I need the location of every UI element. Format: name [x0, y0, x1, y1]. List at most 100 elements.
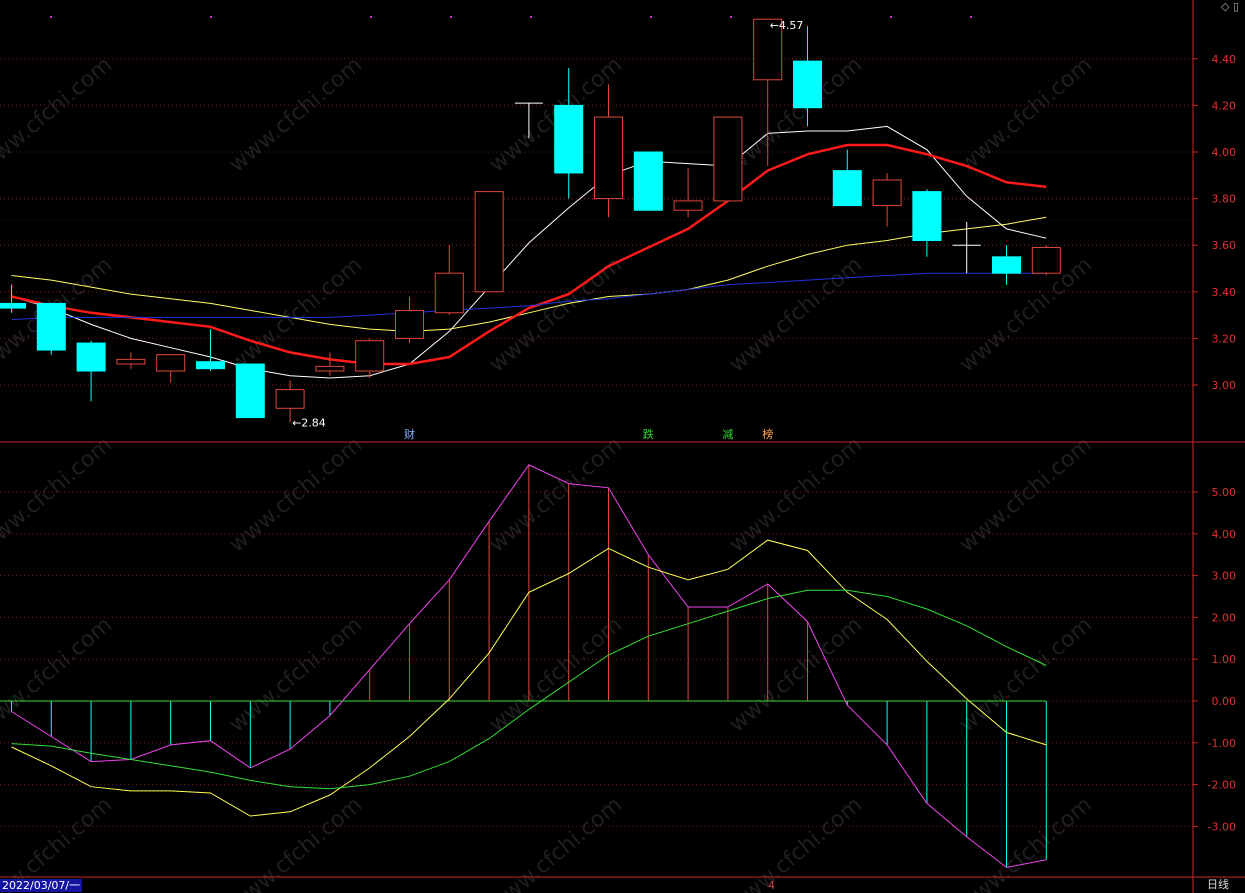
watermark-text: www.cfchi.com: [725, 792, 867, 893]
candle-body: [992, 256, 1021, 274]
candle: [872, 172, 902, 227]
price-tick-label: 3.40: [1212, 286, 1237, 299]
event-dot: [650, 16, 652, 18]
price-tick-label: 3.60: [1212, 239, 1237, 252]
candle-body: [315, 365, 345, 372]
price-tick-label: 4.20: [1212, 99, 1237, 112]
candle: [1031, 245, 1061, 276]
candle: [912, 189, 942, 257]
macd-tick-label: 3.00: [1212, 570, 1237, 583]
macd-tick-label: -2.00: [1208, 779, 1236, 792]
candle: [395, 296, 424, 344]
cursor-marker: 4: [768, 879, 775, 892]
event-dot: [530, 16, 532, 18]
candle-body: [235, 363, 265, 419]
candle-body: [713, 116, 743, 202]
price-tick-label: 3.20: [1212, 332, 1237, 345]
event-dot: [970, 16, 972, 18]
watermark-text: www.cfchi.com: [485, 432, 627, 557]
watermark-text: www.cfchi.com: [955, 252, 1097, 377]
candle-body: [36, 302, 66, 351]
candle-body: [474, 191, 504, 293]
watermark-text: www.cfchi.com: [225, 432, 367, 557]
price-tick-label: 4.40: [1212, 53, 1237, 66]
watermark-text: www.cfchi.com: [485, 252, 627, 377]
watermark-text: www.cfchi.com: [485, 612, 627, 737]
candle-body: [793, 60, 822, 109]
watermark-text: www.cfchi.com: [0, 792, 117, 893]
high-price-label: ←4.57: [770, 19, 804, 32]
candle-body: [872, 179, 902, 207]
event-dot: [890, 16, 892, 18]
candle-body: [673, 200, 703, 211]
event-dot: [210, 16, 212, 18]
candle: [156, 354, 186, 383]
candlestick-series: [0, 18, 1061, 423]
period-label[interactable]: 日线: [1207, 876, 1229, 892]
candle: [196, 329, 225, 372]
candle-body: [1031, 247, 1061, 274]
candle: [76, 340, 106, 402]
macd-tick-label: 5.00: [1212, 486, 1237, 499]
macd-tick-label: 2.00: [1212, 611, 1237, 624]
watermark-text: www.cfchi.com: [725, 612, 867, 737]
price-tick-label: 3.00: [1212, 379, 1237, 392]
candle: [673, 168, 703, 218]
event-dot: [450, 16, 452, 18]
candle-body: [355, 340, 385, 372]
candle: [36, 302, 66, 355]
stock-chart: www.cfchi.com www.cfchi.com www.cfchi.com w…: [0, 0, 1245, 893]
watermark-layer: www.cfchi.com www.cfchi.com www.cfchi.com w…: [0, 52, 1097, 893]
watermark-text: www.cfchi.com: [0, 52, 117, 177]
candle: [713, 116, 743, 202]
watermark-text: www.cfchi.com: [725, 432, 867, 557]
candle-body: [594, 116, 623, 200]
candle-body: [912, 191, 942, 242]
candle: [315, 352, 345, 376]
price-tick-label: 3.80: [1212, 193, 1237, 206]
event-dot: [730, 16, 732, 18]
candle: [633, 151, 663, 211]
candle: [474, 191, 504, 293]
macd-axis: -3.00 -2.00 -1.00 0.00 1.00 2.00 3.00 4.00 5.00: [1193, 486, 1236, 833]
macd-tick-label: -1.00: [1208, 737, 1236, 750]
panel-toggle-icon[interactable]: ▯: [1233, 0, 1239, 13]
candle-body: [76, 342, 106, 372]
watermark-text: www.cfchi.com: [725, 252, 867, 377]
candle: [594, 84, 623, 218]
event-tag: 减: [722, 428, 733, 441]
diamond-icon[interactable]: ◇: [1221, 0, 1229, 13]
candle-body: [116, 358, 146, 365]
watermark-text: www.cfchi.com: [0, 432, 117, 557]
watermark-text: www.cfchi.com: [485, 792, 627, 893]
candle-body: [0, 302, 26, 309]
watermark-text: www.cfchi.com: [225, 612, 367, 737]
macd-tick-label: 0.00: [1212, 695, 1237, 708]
candle: [116, 352, 146, 369]
event-tag: 财: [404, 427, 415, 441]
macd-tick-label: -3.00: [1208, 820, 1236, 833]
price-axis: 3.00 3.20 3.40 3.60 3.80 4.00 4.20 4.40: [1193, 53, 1236, 392]
ma10-line: [11, 216, 1047, 332]
candle-body: [832, 170, 862, 207]
low-price-label: ←2.84: [292, 416, 326, 429]
candle-body: [434, 272, 464, 314]
candle-body: [395, 309, 424, 339]
candle-body: [633, 151, 663, 211]
event-tag: 榜: [762, 427, 773, 441]
candle-body: [196, 361, 225, 370]
candle-body: [554, 104, 584, 174]
candle-body: [156, 354, 186, 372]
candle: [434, 245, 464, 316]
event-dot: [370, 16, 372, 18]
date-label: 2022/03/07/一: [0, 879, 83, 892]
candle: [832, 149, 862, 207]
watermark-text: www.cfchi.com: [0, 612, 117, 737]
price-tick-label: 4.00: [1212, 146, 1237, 159]
macd-tick-label: 4.00: [1212, 528, 1237, 541]
watermark-text: www.cfchi.com: [955, 792, 1097, 893]
candle: [355, 338, 385, 379]
watermark-text: www.cfchi.com: [955, 52, 1097, 177]
top-toolbar: ◇ ▯: [1221, 0, 1239, 13]
watermark-text: www.cfchi.com: [955, 432, 1097, 557]
